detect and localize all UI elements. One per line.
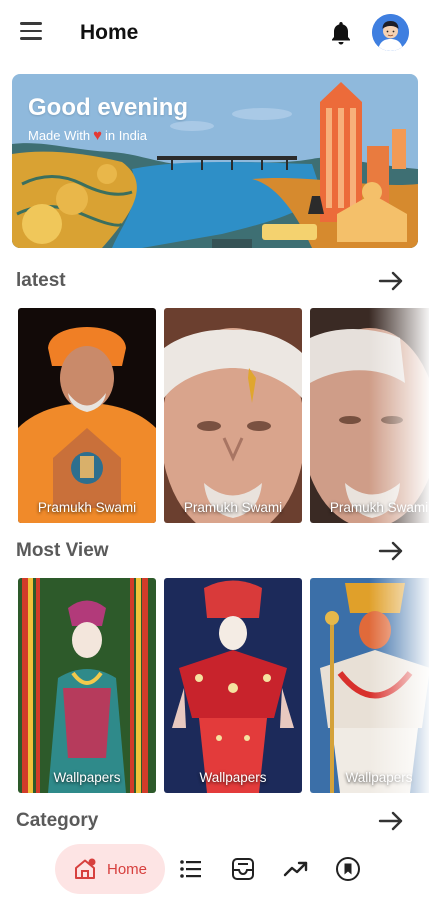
page-title: Home xyxy=(80,21,139,44)
card-label: Wallpapers xyxy=(199,770,267,785)
latest-card[interactable]: Pramukh Swami xyxy=(310,308,429,523)
list-icon[interactable] xyxy=(178,856,204,882)
saint-portrait-image xyxy=(18,308,156,523)
home-icon xyxy=(74,858,96,879)
latest-card[interactable]: Pramukh Swami xyxy=(164,308,302,523)
tagline-suffix: in India xyxy=(105,128,147,143)
deity-wallpaper-image xyxy=(18,578,156,793)
card-label: Wallpapers xyxy=(345,770,413,785)
bell-icon[interactable] xyxy=(329,20,353,46)
latest-see-all-arrow-icon[interactable] xyxy=(377,268,405,294)
saint-portrait-image xyxy=(310,308,429,523)
saint-portrait-image xyxy=(164,308,302,523)
bookmark-icon[interactable] xyxy=(335,856,361,882)
tagline: Made With ♥ in India xyxy=(28,128,147,143)
category-see-all-arrow-icon[interactable] xyxy=(377,808,405,834)
latest-section-header: latest xyxy=(16,266,413,296)
greeting-text: Good evening xyxy=(28,94,189,121)
card-label: Pramukh Swami xyxy=(329,500,429,515)
card-label: Pramukh Swami xyxy=(37,500,137,515)
most-view-section-header: Most View xyxy=(16,536,413,566)
inbox-icon[interactable] xyxy=(230,856,256,882)
latest-title: latest xyxy=(16,270,66,291)
deity-wallpaper-image xyxy=(164,578,302,793)
tagline-prefix: Made With xyxy=(28,128,91,143)
most-view-card[interactable]: Wallpapers xyxy=(164,578,302,793)
nav-home-tab[interactable]: Home xyxy=(55,844,165,894)
deity-wallpaper-image xyxy=(310,578,429,793)
category-title: Category xyxy=(16,810,99,831)
menu-icon[interactable] xyxy=(20,22,42,42)
avatar[interactable] xyxy=(372,14,409,51)
most-view-title: Most View xyxy=(16,540,109,561)
greeting-banner[interactable]: Good evening Made With ♥ in India xyxy=(12,74,418,248)
card-label: Wallpapers xyxy=(53,770,121,785)
card-label: Pramukh Swami xyxy=(183,500,283,515)
heart-icon: ♥ xyxy=(93,127,103,144)
bottom-navigation: Home xyxy=(0,836,429,900)
most-view-card[interactable]: Wallpapers xyxy=(310,578,429,793)
app-bar: Home xyxy=(0,0,429,66)
most-view-card[interactable]: Wallpapers xyxy=(18,578,156,793)
most-view-see-all-arrow-icon[interactable] xyxy=(377,538,405,564)
nav-home-label: Home xyxy=(106,860,147,878)
latest-row: Pramukh Swami Pramukh Swami Pramukh Swam… xyxy=(18,308,429,524)
most-view-row: Wallpapers Wallpapers Wallpapers xyxy=(18,578,429,794)
latest-card[interactable]: Pramukh Swami xyxy=(18,308,156,523)
trending-icon[interactable] xyxy=(283,856,309,882)
category-section-header: Category xyxy=(16,806,413,836)
